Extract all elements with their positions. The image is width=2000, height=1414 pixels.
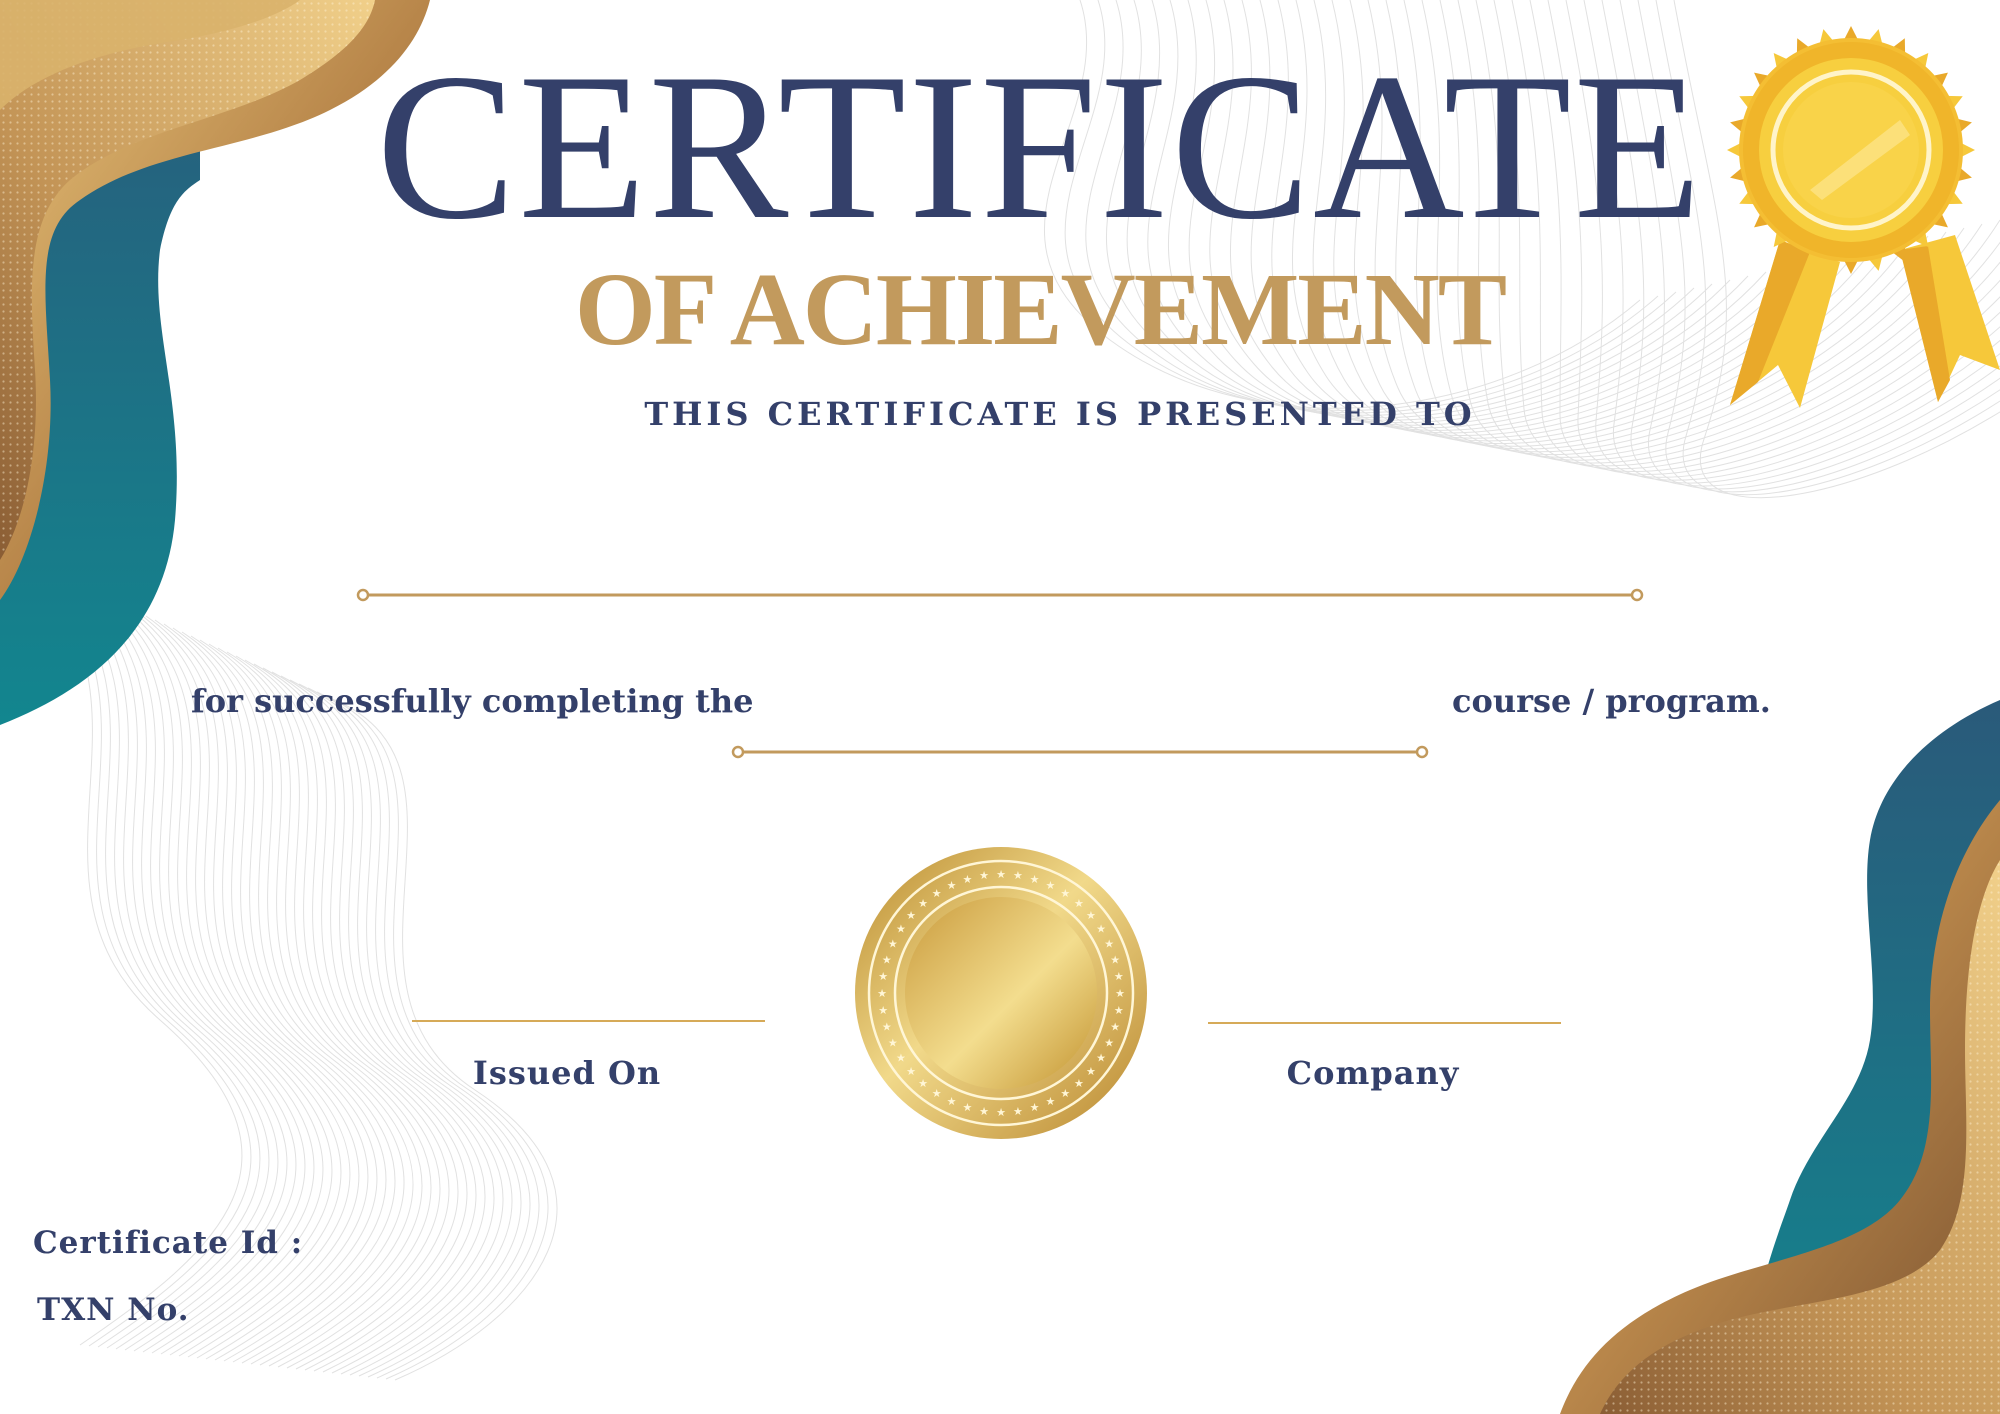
svg-text:★: ★ <box>906 909 916 922</box>
svg-text:★: ★ <box>1030 1101 1040 1114</box>
svg-text:★: ★ <box>1096 1051 1106 1064</box>
svg-text:★: ★ <box>963 1101 973 1114</box>
svg-text:★: ★ <box>963 873 973 886</box>
svg-text:★: ★ <box>1115 987 1125 1000</box>
svg-text:★: ★ <box>1045 1095 1055 1108</box>
svg-text:★: ★ <box>1074 897 1084 910</box>
svg-text:★: ★ <box>878 1004 888 1017</box>
svg-text:★: ★ <box>1114 1004 1124 1017</box>
svg-text:★: ★ <box>1013 1105 1023 1118</box>
svg-text:★: ★ <box>932 887 942 900</box>
gold-seal-icon: ★ ★ ★ ★ ★ ★ ★ ★ ★ ★ ★ ★ ★ ★ ★ ★ ★ ★ ★ ★ ★ ★ ★ ★ ★ ★ ★ ★ ★ ★ ★ ★ ★ ★ ★ ★ ★ ★ ★ ★… <box>855 847 1147 1139</box>
svg-text:★: ★ <box>888 938 898 951</box>
svg-text:★: ★ <box>996 868 1006 881</box>
svg-text:★: ★ <box>1013 869 1023 882</box>
issued-on-label: Issued On <box>472 1054 662 1092</box>
svg-text:★: ★ <box>1096 923 1106 936</box>
svg-text:★: ★ <box>906 1065 916 1078</box>
svg-text:★: ★ <box>1104 938 1114 951</box>
svg-text:★: ★ <box>932 1087 942 1100</box>
svg-text:★: ★ <box>947 1095 957 1108</box>
svg-text:★: ★ <box>1110 953 1120 966</box>
svg-text:★: ★ <box>979 869 989 882</box>
svg-text:★: ★ <box>1110 1021 1120 1034</box>
svg-text:★: ★ <box>878 970 888 983</box>
svg-text:★: ★ <box>1045 879 1055 892</box>
svg-text:★: ★ <box>1030 873 1040 886</box>
svg-text:★: ★ <box>896 1051 906 1064</box>
svg-text:★: ★ <box>1086 1065 1096 1078</box>
company-line <box>1208 1022 1561 1024</box>
certificate-page: CERTIFICATE OF ACHIEVEMENT THIS CERTIFIC… <box>0 0 2000 1414</box>
svg-text:★: ★ <box>896 923 906 936</box>
svg-text:★: ★ <box>918 897 928 910</box>
company-label: Company <box>1286 1054 1460 1092</box>
svg-text:★: ★ <box>882 1021 892 1034</box>
svg-text:★: ★ <box>1086 909 1096 922</box>
svg-text:★: ★ <box>979 1105 989 1118</box>
svg-text:★: ★ <box>1114 970 1124 983</box>
certificate-id-label: Certificate Id : <box>33 1225 304 1261</box>
svg-text:★: ★ <box>877 987 887 1000</box>
txn-number-label: TXN No. <box>37 1292 190 1328</box>
svg-text:★: ★ <box>918 1077 928 1090</box>
svg-text:★: ★ <box>1104 1036 1114 1049</box>
svg-text:★: ★ <box>1074 1077 1084 1090</box>
svg-text:★: ★ <box>996 1106 1006 1119</box>
svg-text:★: ★ <box>947 879 957 892</box>
svg-text:★: ★ <box>882 953 892 966</box>
svg-text:★: ★ <box>1060 887 1070 900</box>
issued-on-line <box>412 1020 765 1022</box>
svg-text:★: ★ <box>1060 1087 1070 1100</box>
svg-text:★: ★ <box>888 1036 898 1049</box>
